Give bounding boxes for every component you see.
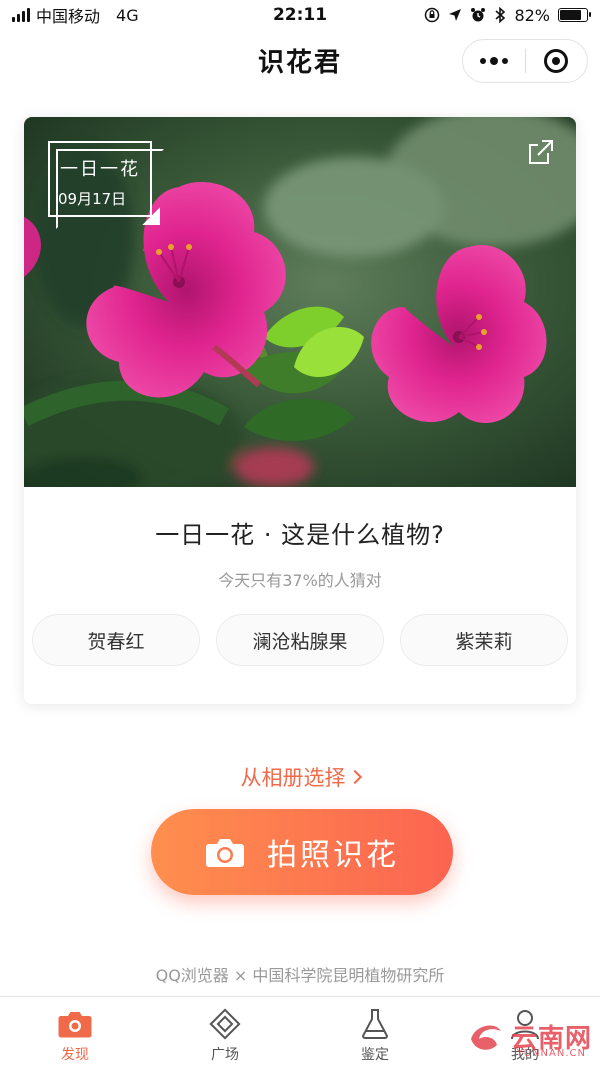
more-dots-icon xyxy=(479,56,508,65)
answer-option-3[interactable]: 紫茉莉 xyxy=(400,614,568,666)
square-diamond-icon xyxy=(208,1007,242,1041)
status-time: 22:11 xyxy=(272,5,328,25)
answer-option-1[interactable]: 贺春红 xyxy=(32,614,200,666)
chevron-right-icon xyxy=(347,769,362,785)
flask-icon xyxy=(358,1007,392,1041)
answer-option-2[interactable]: 澜沧粘腺果 xyxy=(216,614,384,666)
album-link-label: 从相册选择 xyxy=(240,766,346,790)
flower-photo: 一日一花 09月17日 xyxy=(24,117,576,487)
battery-icon xyxy=(558,8,591,22)
menu-capsule xyxy=(462,39,588,83)
daily-flower-badge: 一日一花 09月17日 xyxy=(48,141,164,229)
badge-date: 09月17日 xyxy=(58,190,127,208)
tab-identify-label: 鉴定 xyxy=(361,1047,389,1063)
page-title: 识花君 xyxy=(257,47,342,78)
daily-flower-card: 一日一花 09月17日 一日一花 · 这是什么植物? 今天只有37%的人猜对 贺… xyxy=(24,117,576,704)
credit-text: QQ浏览器 × 中国科学院昆明植物研究所 xyxy=(155,966,445,985)
camera-icon xyxy=(206,839,244,867)
camera-tab-icon xyxy=(58,1007,92,1041)
target-circle-icon xyxy=(544,49,569,73)
quiz-hint: 今天只有37%的人猜对 xyxy=(218,571,382,590)
answer-options: 贺春红 澜沧粘腺果 紫茉莉 xyxy=(32,614,568,666)
share-icon[interactable] xyxy=(526,137,556,167)
status-bar: 中国移动 4G 22:11 82% xyxy=(0,0,600,30)
take-photo-label: 拍照识花 xyxy=(267,838,399,873)
badge-title: 一日一花 xyxy=(60,159,140,180)
tab-identify[interactable]: 鉴定 xyxy=(300,997,450,1066)
tab-square[interactable]: 广场 xyxy=(150,997,300,1066)
battery-fill xyxy=(560,10,582,20)
tab-discover[interactable]: 发现 xyxy=(0,997,150,1066)
close-miniprogram-button[interactable] xyxy=(526,40,588,82)
quiz-question: 一日一花 · 这是什么植物? xyxy=(155,521,445,549)
watermark-subtext: YUNNAN.CN xyxy=(516,1048,586,1059)
watermark-logo: 云南网 YUNNAN.CN xyxy=(467,1018,592,1059)
tab-discover-label: 发现 xyxy=(61,1047,89,1063)
nav-bar: 识花君 xyxy=(0,30,600,90)
watermark-swirl-icon xyxy=(470,1024,501,1050)
take-photo-button[interactable]: 拍照识花 xyxy=(151,809,453,895)
choose-from-album-link[interactable]: 从相册选择 xyxy=(0,762,600,792)
more-button[interactable] xyxy=(463,40,525,82)
tab-square-label: 广场 xyxy=(211,1047,239,1063)
